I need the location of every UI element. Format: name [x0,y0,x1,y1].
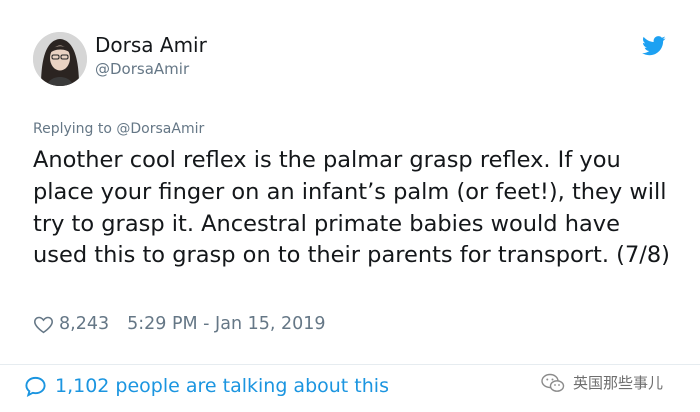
talking-about-link[interactable]: 1,102 people are talking about this [24,374,389,398]
replying-mention-link[interactable]: @DorsaAmir [116,121,204,137]
tweet-card: Dorsa Amir @DorsaAmir Replying to @Dorsa… [0,0,700,412]
avatar-photo [33,32,87,86]
like-count[interactable]: 8,243 [59,312,109,336]
heart-icon[interactable] [33,314,54,335]
twitter-bird-icon[interactable] [642,36,666,56]
watermark: 英国那些事儿 [541,373,663,393]
wechat-icon [541,373,565,392]
tweet-text: Another cool reflex is the palmar grasp … [33,147,670,269]
replying-prefix: Replying to [33,121,117,137]
watermark-text: 英国那些事儿 [573,374,664,392]
talking-about-text: 1,102 people are talking about this [55,375,389,397]
speech-bubble-icon [25,376,46,397]
avatar[interactable] [33,32,87,86]
tweet-meta: 8,243 5:29 PM - Jan 15, 2019 [33,312,326,336]
author-handle[interactable]: @DorsaAmir [95,60,189,78]
author-display-name[interactable]: Dorsa Amir [95,33,207,57]
tweet-timestamp[interactable]: 5:29 PM - Jan 15, 2019 [127,312,325,336]
divider [0,364,700,365]
replying-to: Replying to @DorsaAmir [33,121,204,138]
